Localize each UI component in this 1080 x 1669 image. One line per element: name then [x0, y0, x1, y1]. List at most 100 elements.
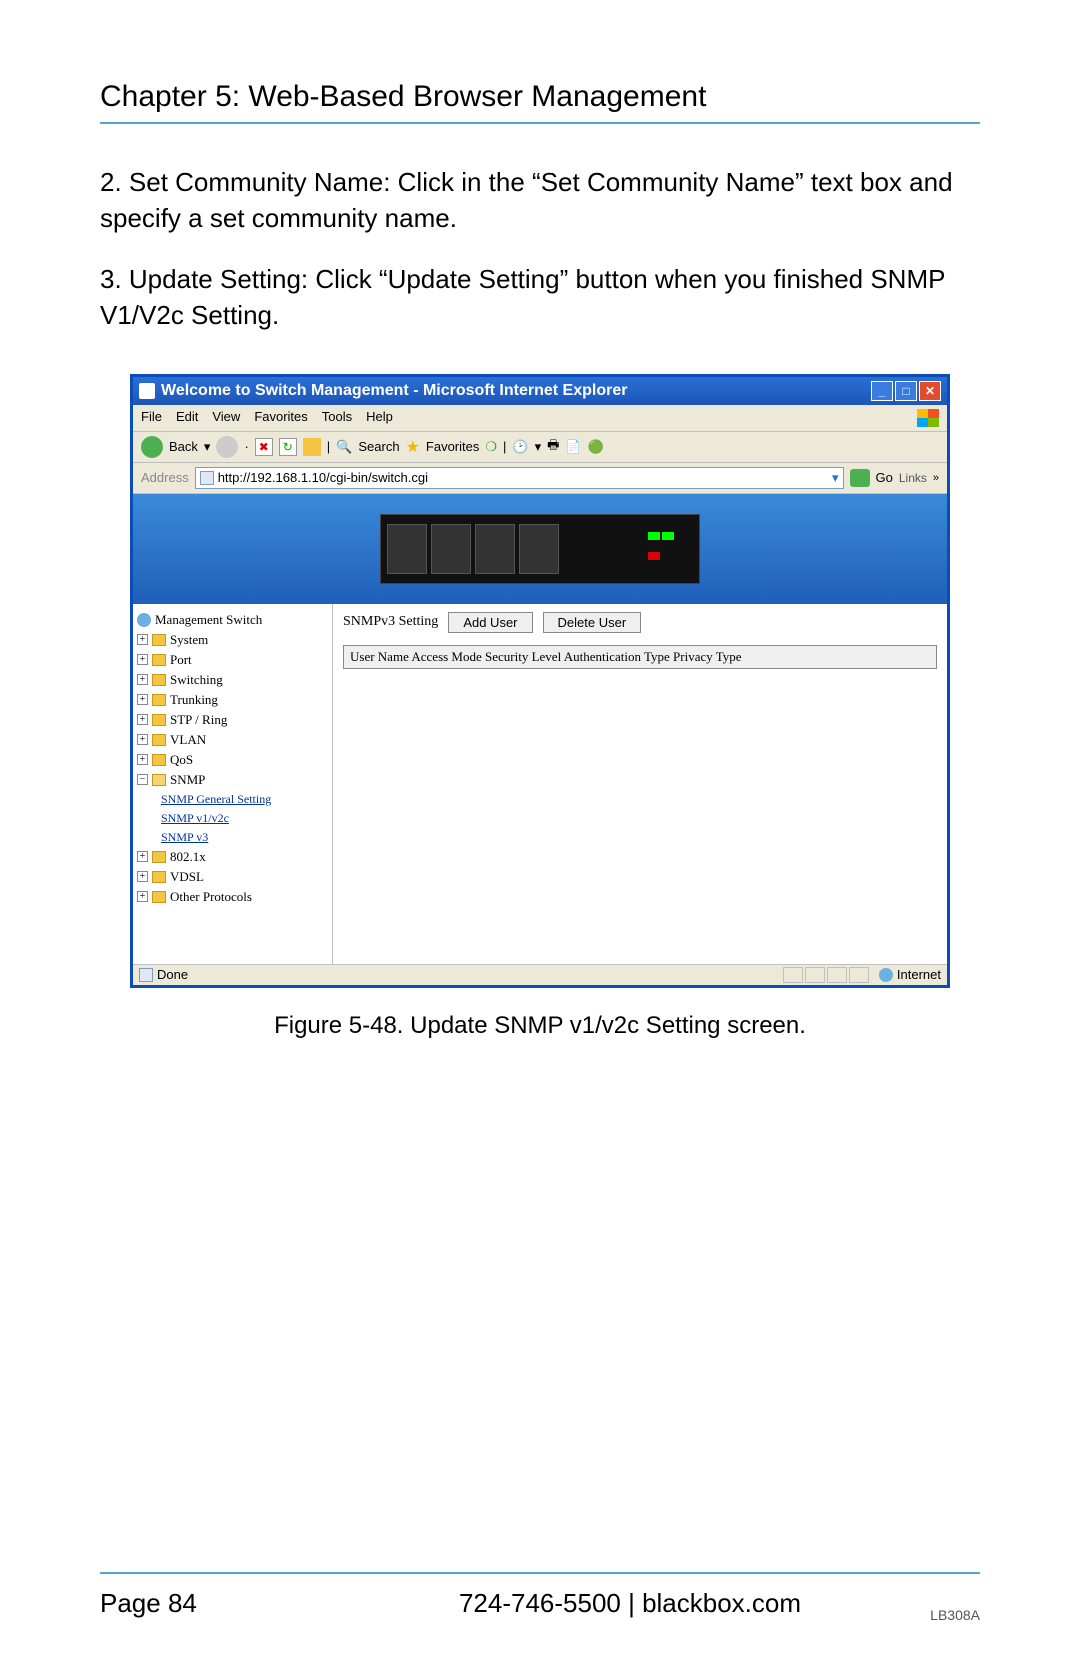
- tree-item-switching[interactable]: +Switching: [137, 670, 328, 690]
- separator: |: [327, 439, 330, 454]
- tree-item-other-protocols[interactable]: + Other Protocols: [137, 887, 328, 907]
- windows-logo-icon: [917, 409, 939, 427]
- folder-icon: [152, 754, 166, 766]
- close-button[interactable]: ✕: [919, 381, 941, 401]
- tree-sub-label: SNMP v3: [161, 830, 208, 845]
- tree-item-snmp-general[interactable]: SNMP General Setting: [137, 790, 328, 809]
- tree-item-port[interactable]: + Port: [137, 650, 328, 670]
- go-label[interactable]: Go: [876, 470, 893, 485]
- history-icon[interactable]: 🕑: [512, 439, 528, 455]
- tree-root-label: Management Switch: [155, 612, 262, 628]
- links-label[interactable]: Links: [899, 471, 927, 485]
- folder-icon: [152, 714, 166, 726]
- main-panel: SNMPv3 Setting Add User Delete User User…: [333, 604, 947, 964]
- favorites-icon[interactable]: ★: [406, 437, 420, 457]
- messenger-icon[interactable]: 🟢: [588, 439, 604, 455]
- expand-icon[interactable]: +: [137, 891, 148, 902]
- back-icon[interactable]: [141, 436, 163, 458]
- add-user-button[interactable]: Add User: [448, 612, 532, 633]
- expand-icon[interactable]: +: [137, 851, 148, 862]
- tree-item-snmp-v3[interactable]: SNMP v3: [137, 828, 328, 847]
- footer-contact: 724-746-5500 | blackbox.com: [280, 1588, 980, 1619]
- address-label: Address: [141, 470, 189, 485]
- maximize-button[interactable]: □: [895, 381, 917, 401]
- tree-label: QoS: [170, 752, 193, 768]
- window-titlebar: Welcome to Switch Management - Microsoft…: [133, 377, 947, 405]
- tree-label: STP / Ring: [170, 712, 227, 728]
- expand-icon[interactable]: +: [137, 634, 148, 645]
- search-label[interactable]: Search: [358, 439, 399, 454]
- folder-icon: [152, 654, 166, 666]
- refresh-icon[interactable]: ↻: [279, 438, 297, 456]
- tree-item-stp-ring[interactable]: + STP / Ring: [137, 710, 328, 730]
- panel-heading: SNMPv3 Setting: [343, 614, 438, 630]
- tree-item-snmp-v1v2c[interactable]: SNMP v1/v2c: [137, 809, 328, 828]
- tree-label: Other Protocols: [170, 889, 252, 905]
- media-icon[interactable]: ❍: [485, 439, 497, 455]
- back-dropdown-icon[interactable]: ▾: [204, 439, 211, 455]
- menu-favorites[interactable]: Favorites: [254, 409, 307, 427]
- tree-item-vlan[interactable]: + VLAN: [137, 730, 328, 750]
- internet-zone-icon: [879, 968, 893, 982]
- status-zone: Internet: [897, 967, 941, 982]
- expand-icon[interactable]: +: [137, 654, 148, 665]
- address-input[interactable]: http://192.168.1.10/cgi-bin/switch.cgi ▾: [195, 467, 844, 489]
- menu-view[interactable]: View: [212, 409, 240, 427]
- expand-icon[interactable]: +: [137, 674, 148, 685]
- menu-help[interactable]: Help: [366, 409, 393, 427]
- nav-tree: Management Switch +System + Port +Switchi…: [133, 604, 333, 964]
- address-dropdown-icon[interactable]: ▾: [832, 470, 839, 486]
- minimize-button[interactable]: _: [871, 381, 893, 401]
- home-icon[interactable]: [303, 438, 321, 456]
- forward-icon[interactable]: [216, 436, 238, 458]
- tree-label: Port: [170, 652, 192, 668]
- links-chevron-icon[interactable]: »: [933, 472, 939, 484]
- page-icon: [139, 968, 153, 982]
- expand-icon[interactable]: +: [137, 754, 148, 765]
- go-icon[interactable]: [850, 469, 870, 487]
- search-icon[interactable]: 🔍: [336, 439, 352, 455]
- mail-icon[interactable]: ▾: [535, 439, 542, 455]
- tree-item-system[interactable]: +System: [137, 630, 328, 650]
- edit-icon[interactable]: 📄: [565, 439, 581, 455]
- back-label[interactable]: Back: [169, 439, 198, 454]
- tree-item-8021x[interactable]: +802.1x: [137, 847, 328, 867]
- delete-user-button[interactable]: Delete User: [543, 612, 642, 633]
- favorites-label[interactable]: Favorites: [426, 439, 479, 454]
- menu-tools[interactable]: Tools: [322, 409, 352, 427]
- paragraph-2: 2. Set Community Name: Click in the “Set…: [100, 164, 980, 237]
- expand-icon[interactable]: +: [137, 694, 148, 705]
- globe-icon: [137, 613, 151, 627]
- print-icon[interactable]: 🖶: [547, 436, 559, 458]
- expand-icon[interactable]: +: [137, 714, 148, 725]
- tree-label: VLAN: [170, 732, 206, 748]
- folder-icon: [152, 871, 166, 883]
- tree-item-trunking[interactable]: +Trunking: [137, 690, 328, 710]
- ie-icon: [139, 383, 155, 399]
- folder-icon: [152, 694, 166, 706]
- switch-port: [387, 524, 427, 574]
- device-banner: [133, 494, 947, 604]
- page-footer: Page 84 724-746-5500 | blackbox.com LB30…: [100, 1572, 980, 1619]
- expand-icon[interactable]: +: [137, 734, 148, 745]
- window-title: Welcome to Switch Management - Microsoft…: [161, 382, 627, 400]
- switch-port: [475, 524, 515, 574]
- tree-item-snmp[interactable]: −SNMP: [137, 770, 328, 790]
- collapse-icon[interactable]: −: [137, 774, 148, 785]
- menu-bar: File Edit View Favorites Tools Help: [133, 405, 947, 432]
- tree-item-vdsl[interactable]: +VDSL: [137, 867, 328, 887]
- table-header: User Name Access Mode Security Level Aut…: [343, 645, 937, 669]
- address-url: http://192.168.1.10/cgi-bin/switch.cgi: [218, 470, 428, 485]
- tree-item-qos[interactable]: + QoS: [137, 750, 328, 770]
- expand-icon[interactable]: +: [137, 871, 148, 882]
- page-number: Page 84: [100, 1588, 280, 1619]
- status-text: Done: [157, 967, 188, 982]
- folder-icon: [152, 674, 166, 686]
- footer-model-code: LB308A: [930, 1607, 980, 1623]
- switch-port: [431, 524, 471, 574]
- menu-file[interactable]: File: [141, 409, 162, 427]
- folder-icon: [152, 734, 166, 746]
- tree-root[interactable]: Management Switch: [137, 610, 328, 630]
- stop-icon[interactable]: ✖: [255, 438, 273, 456]
- menu-edit[interactable]: Edit: [176, 409, 198, 427]
